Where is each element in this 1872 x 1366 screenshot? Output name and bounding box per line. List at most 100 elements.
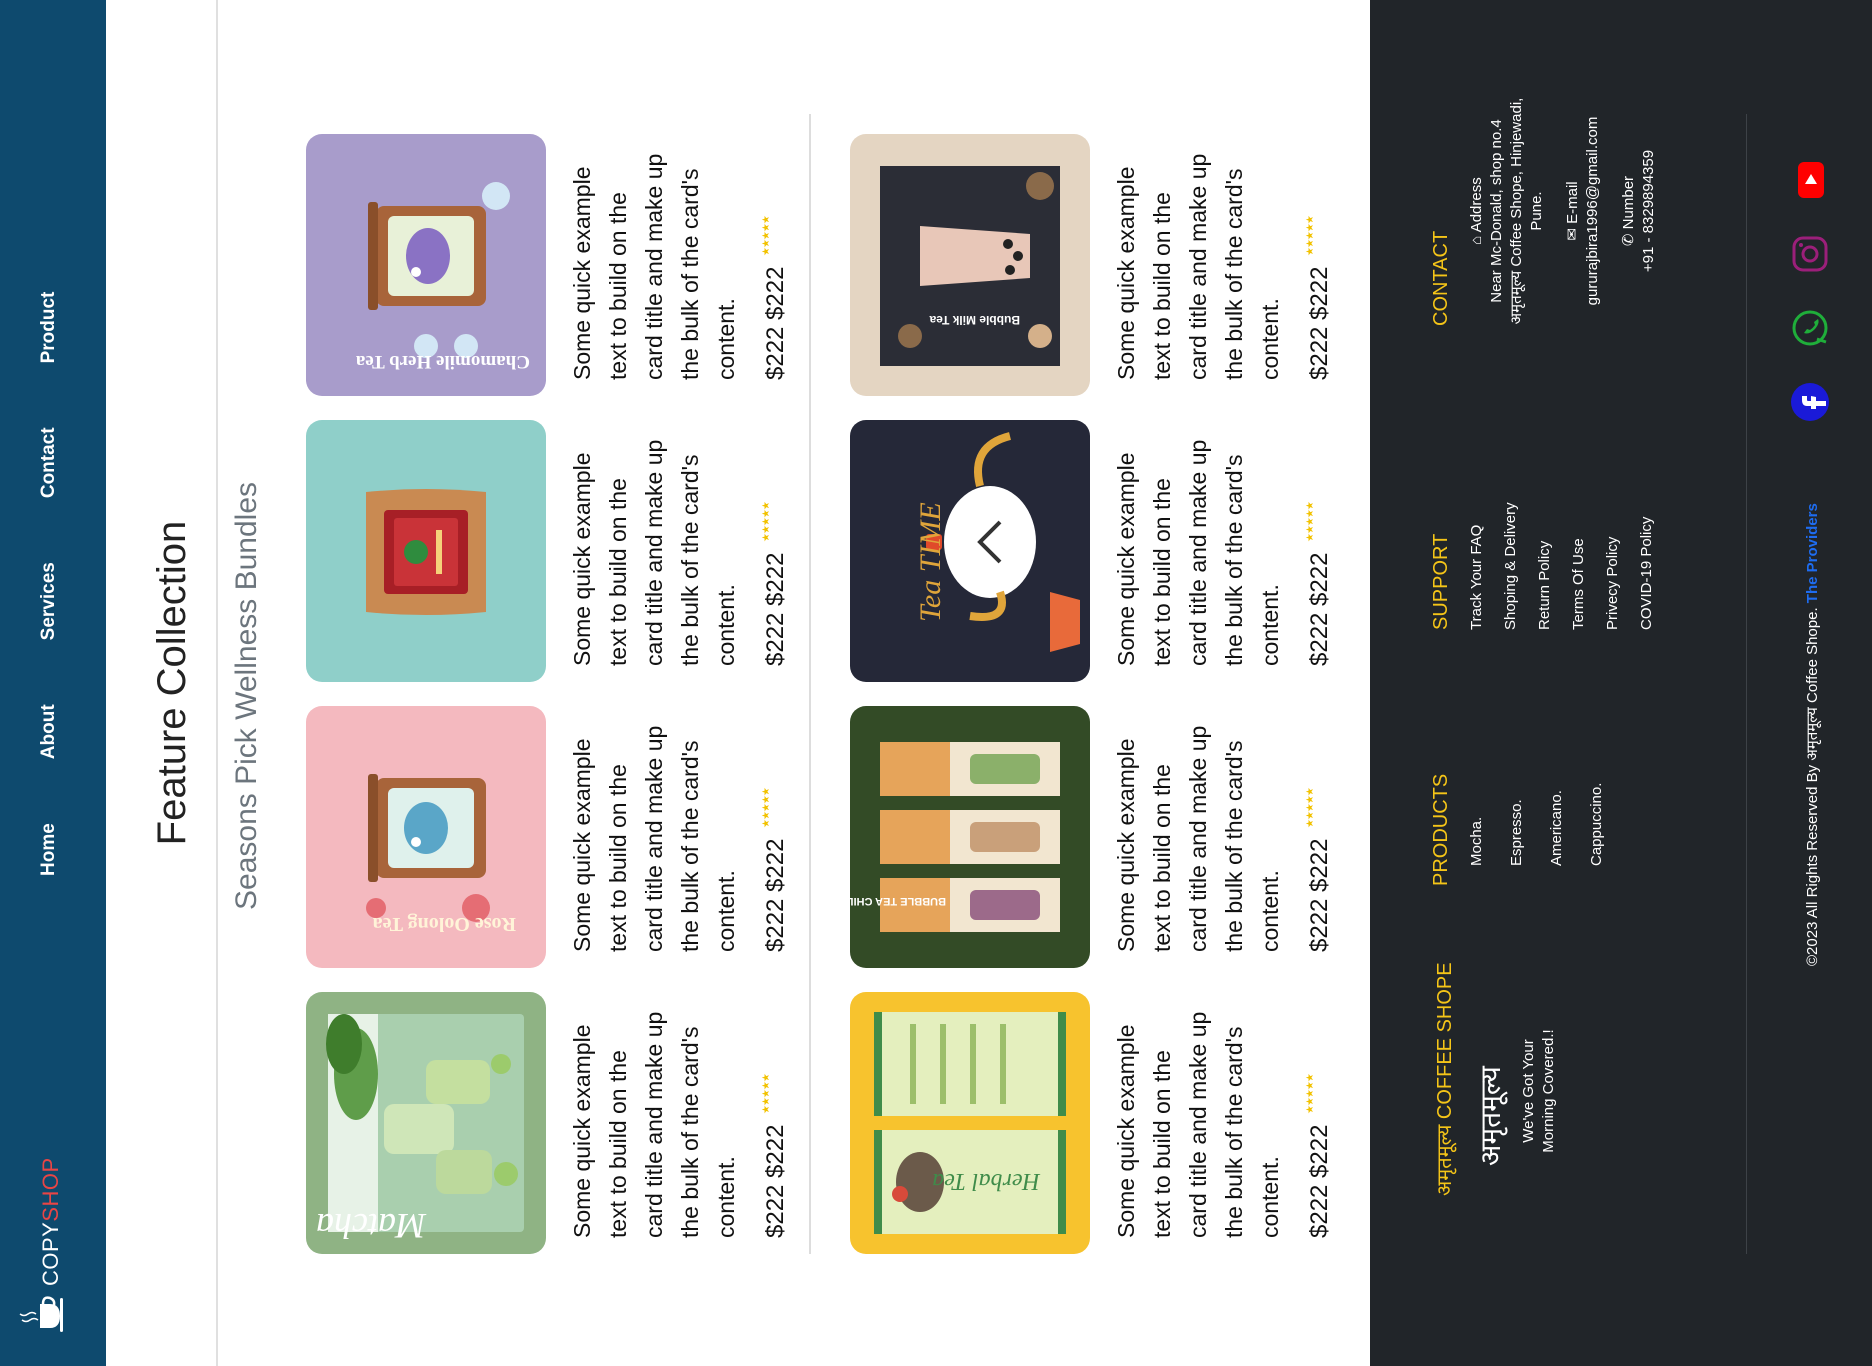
card-text: Some quick example text to build on the … [569, 153, 739, 380]
card-price: $222 $222 [762, 552, 789, 666]
tea-time-image: Tea TIME [850, 420, 1090, 682]
phone-label: Number [1620, 175, 1637, 230]
home-icon: ⌂ [1468, 235, 1485, 245]
navbar: COPYSHOP Home About Services Contact Pro… [0, 0, 106, 1366]
product-card[interactable]: Tea TIME Some quick example text to buil… [850, 420, 1395, 682]
card-row: Herbal Tea Some quick example text to bu… [850, 114, 1395, 1254]
section-subtitle: Seasons Pick Wellness Bundles [230, 482, 263, 910]
product-link[interactable]: Americano. [1547, 746, 1567, 866]
svg-text:Herbal Tea: Herbal Tea [932, 1168, 1041, 1194]
support-link[interactable]: Privecy Policy [1603, 460, 1623, 630]
coffee-cup-icon [18, 1294, 64, 1334]
tea-pouch-image [306, 420, 546, 682]
svg-text:Tea TIME: Tea TIME [914, 502, 947, 622]
product-card[interactable]: BUBBLE TEA CHILL Some quick example text… [850, 706, 1395, 968]
footer-brand-column: अमृतमूल्य COFFEE SHOPE अमृतमूल्य We've G… [1430, 956, 1579, 1196]
card-price: $222 $222 [1306, 266, 1333, 380]
nav-product[interactable]: Product [38, 292, 60, 364]
card-text: Some quick example text to build on the … [1113, 153, 1283, 380]
row-divider [809, 114, 811, 1254]
nav-about[interactable]: About [38, 704, 60, 759]
matcha-poster-image: Matcha [306, 992, 546, 1254]
card-row: Matcha Some quick example text to build … [306, 114, 851, 1254]
bubble-milk-tea-image: Bubble Milk Tea [850, 134, 1090, 396]
phone-block: ✆ Number +91 - 8329894359 [1619, 96, 1659, 326]
address-block: ⌂ Address Near Mc-Donald, shop no.4 अमृत… [1467, 96, 1547, 326]
section-title: Feature Collection [150, 520, 194, 846]
phone-icon: ✆ [1620, 233, 1637, 247]
rating-stars: ★★★★★ [761, 1074, 772, 1114]
svg-text:BUBBLE TEA CHILL: BUBBLE TEA CHILL [850, 895, 946, 907]
envelope-icon: ✉ [1564, 228, 1581, 241]
footer-contact-column: CONTACT ⌂ Address Near Mc-Donald, shop n… [1430, 96, 1659, 326]
products-heading: PRODUCTS [1430, 773, 1452, 886]
product-card[interactable]: Bubble Milk Tea Some quick example text … [850, 134, 1395, 396]
nav-services[interactable]: Services [38, 562, 60, 640]
card-price: $222 $222 [1306, 838, 1333, 952]
chamomile-tin-image: Chamomile Herb Tea [306, 134, 546, 396]
footer-products-column: PRODUCTS Mocha. Espresso. Americano. Cap… [1430, 746, 1627, 886]
support-link[interactable]: Shoping & Delivery [1501, 460, 1521, 630]
brand[interactable]: COPYSHOP [18, 1157, 64, 1334]
youtube-icon[interactable] [1790, 160, 1835, 200]
rating-stars: ★★★★★ [1305, 788, 1316, 828]
product-card[interactable]: Rose Oolong Tea Some quick example text … [306, 706, 851, 968]
card-text: Some quick example text to build on the … [1113, 439, 1283, 666]
card-text: Some quick example text to build on the … [1113, 725, 1283, 952]
card-price: $222 $222 [762, 838, 789, 952]
nav-home[interactable]: Home [38, 823, 60, 876]
footer-tagline: We've Got Your Morning Covered.! [1520, 1029, 1557, 1153]
page: COPYSHOP Home About Services Contact Pro… [0, 0, 1872, 1366]
whatsapp-icon[interactable] [1790, 308, 1835, 348]
address-text: Near Mc-Donald, shop no.4 अमृतमूल्य Coff… [1488, 97, 1545, 325]
svg-text:Chamomile Herb Tea: Chamomile Herb Tea [355, 351, 530, 372]
product-link[interactable]: Espresso. [1507, 746, 1527, 866]
phone-number[interactable]: +91 - 8329894359 [1639, 96, 1659, 326]
divider [216, 0, 218, 1366]
product-card[interactable]: Chamomile Herb Tea Some quick example te… [306, 134, 851, 396]
rating-stars: ★★★★★ [761, 216, 772, 256]
instagram-icon[interactable] [1790, 234, 1835, 274]
copyright: ©2023 All Rights Reserved By अमृतमूल्य C… [1804, 503, 1821, 966]
email-block: ✉ E-mail gururajbira1996@gmail.com [1563, 96, 1603, 326]
rating-stars: ★★★★★ [761, 502, 772, 542]
support-heading: SUPPORT [1430, 533, 1452, 630]
footer-support-column: SUPPORT Track Your FAQ Shoping & Deliver… [1430, 460, 1671, 630]
card-text: Some quick example text to build on the … [569, 1011, 739, 1238]
facebook-icon[interactable] [1790, 382, 1835, 422]
card-text: Some quick example text to build on the … [569, 725, 739, 952]
product-link[interactable]: Cappuccino. [1587, 746, 1607, 866]
card-price: $222 $222 [1306, 552, 1333, 666]
social-links [1790, 160, 1835, 422]
support-link[interactable]: COVID-19 Policy [1637, 460, 1657, 630]
nav-links: Home About Services Contact Product [38, 292, 60, 876]
card-price: $222 $222 [1306, 1124, 1333, 1238]
card-text: Some quick example text to build on the … [1113, 1011, 1283, 1238]
footer: अमृतमूल्य COFFEE SHOPE अमृतमूल्य We've G… [1370, 0, 1872, 1366]
product-card[interactable]: Matcha Some quick example text to build … [306, 992, 851, 1254]
support-link[interactable]: Track Your FAQ [1467, 460, 1487, 630]
rose-oolong-image: Rose Oolong Tea [306, 706, 546, 968]
svg-text:Rose Oolong Tea: Rose Oolong Tea [373, 913, 516, 935]
footer-brand-heading: अमृतमूल्य COFFEE SHOPE [1434, 962, 1456, 1196]
product-link[interactable]: Mocha. [1467, 746, 1487, 866]
product-card[interactable]: Some quick example text to build on the … [306, 420, 851, 682]
nav-contact[interactable]: Contact [38, 427, 60, 498]
brand-name: COPYSHOP [38, 1157, 63, 1286]
email-label: E-mail [1564, 181, 1581, 224]
rating-stars: ★★★★★ [1305, 502, 1316, 542]
product-card[interactable]: Herbal Tea Some quick example text to bu… [850, 992, 1395, 1254]
support-link[interactable]: Terms Of Use [1569, 460, 1589, 630]
footer-logo: अमृतमूल्य [1475, 1066, 1506, 1166]
support-link[interactable]: Return Policy [1535, 460, 1555, 630]
rating-stars: ★★★★★ [1305, 216, 1316, 256]
herbal-tea-menu-image: Herbal Tea [850, 992, 1090, 1254]
email-address[interactable]: gururajbira1996@gmail.com [1583, 96, 1603, 326]
credit-link[interactable]: The Providers [1804, 503, 1821, 603]
card-price: $222 $222 [762, 266, 789, 380]
bubble-tea-banners-image: BUBBLE TEA CHILL [850, 706, 1090, 968]
rating-stars: ★★★★★ [761, 788, 772, 828]
rating-stars: ★★★★★ [1305, 1074, 1316, 1114]
card-price: $222 $222 [762, 1124, 789, 1238]
svg-text:Matcha: Matcha [316, 1206, 427, 1246]
